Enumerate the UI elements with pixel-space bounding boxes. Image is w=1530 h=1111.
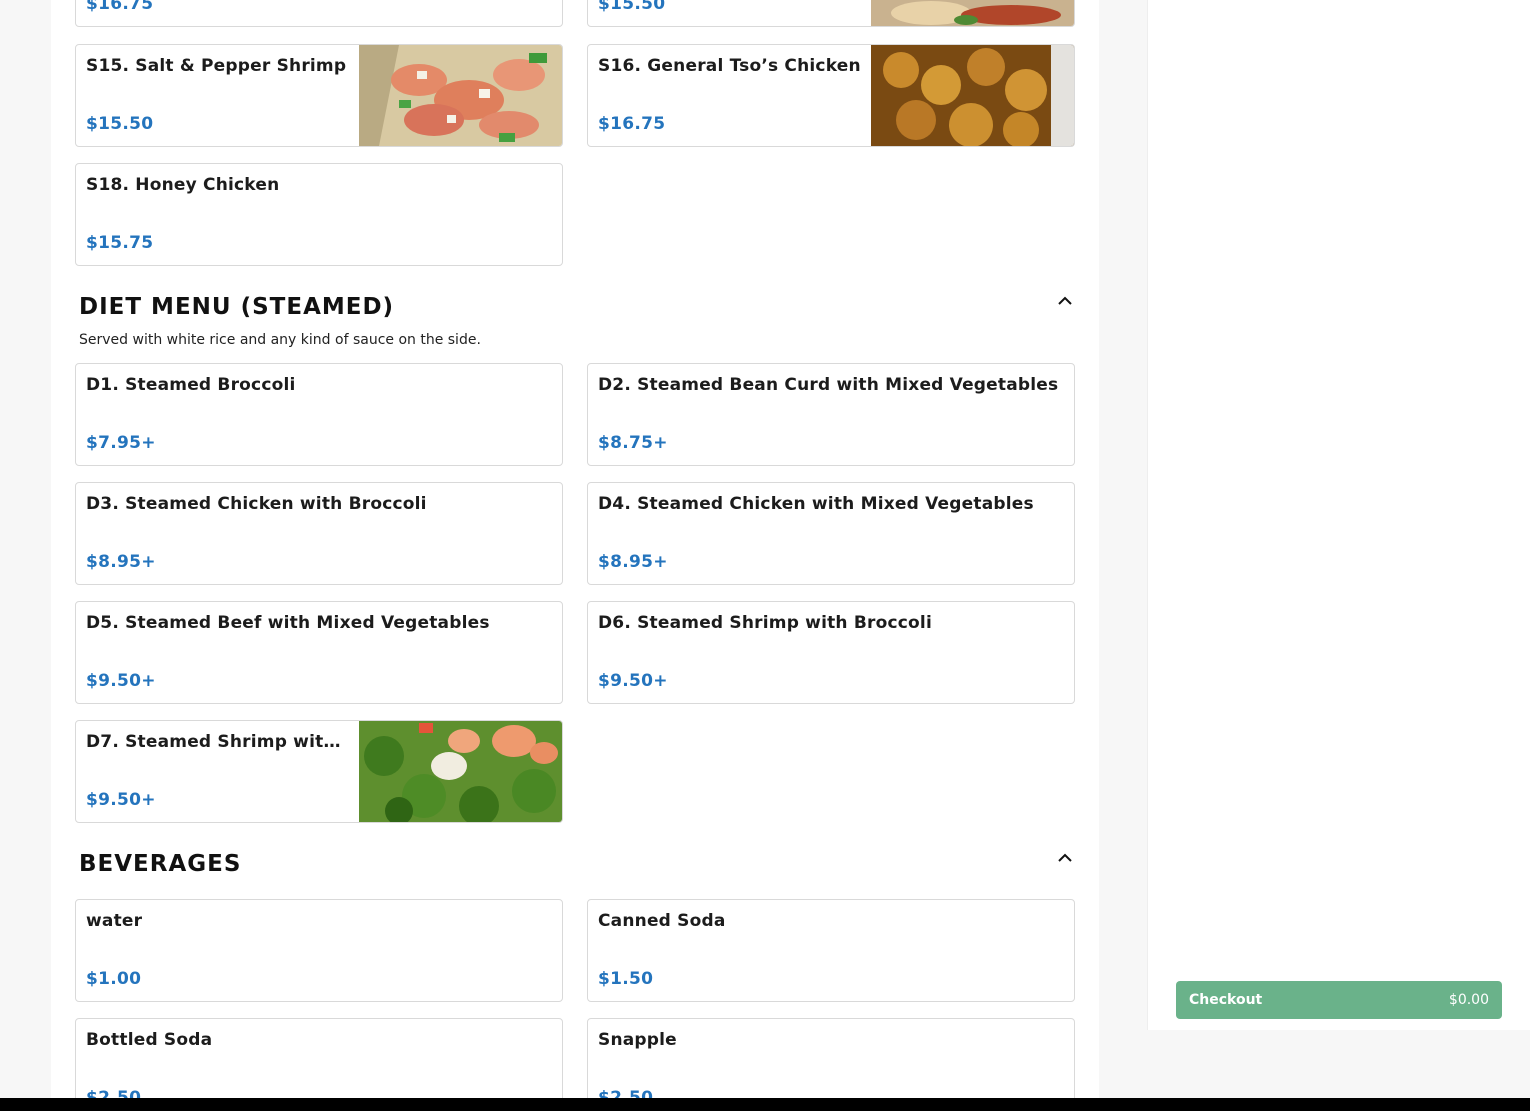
menu-item-card[interactable]: S18. Honey Chicken $15.75: [75, 163, 563, 266]
steamed-shrimp-broccoli-photo: [359, 721, 562, 822]
item-price: $15.50: [598, 0, 666, 14]
item-price: $8.75+: [598, 433, 668, 453]
menu-item-card[interactable]: D7. Steamed Shrimp with… $9.50+: [75, 720, 563, 823]
item-name: Canned Soda: [598, 911, 726, 931]
menu-item-card[interactable]: D5. Steamed Beef with Mixed Vegetables $…: [75, 601, 563, 704]
item-price: $16.75: [86, 0, 154, 14]
menu-item-card[interactable]: $15.50: [587, 0, 1075, 27]
item-price: $15.50: [86, 114, 154, 134]
item-name: D5. Steamed Beef with Mixed Vegetables: [86, 613, 490, 633]
item-name: S15. Salt & Pepper Shrimp: [86, 56, 347, 76]
chevron-up-icon[interactable]: [1056, 850, 1074, 864]
item-price: $8.95+: [598, 552, 668, 572]
item-price: $15.75: [86, 233, 154, 253]
menu-item-card[interactable]: S16. General Tso’s Chicken $16.75: [587, 44, 1075, 147]
item-price: $16.75: [598, 114, 666, 134]
item-price: $1.50: [598, 969, 654, 989]
item-name: water: [86, 911, 143, 931]
item-price: $9.50+: [86, 671, 156, 691]
cart-panel-footer: [1147, 1030, 1530, 1100]
chevron-up-icon[interactable]: [1056, 293, 1074, 307]
section-title-diet-menu: DIET MENU (STEAMED): [79, 294, 395, 320]
item-name: D6. Steamed Shrimp with Broccoli: [598, 613, 932, 633]
menu-item-card[interactable]: D4. Steamed Chicken with Mixed Vegetable…: [587, 482, 1075, 585]
item-name: Bottled Soda: [86, 1030, 213, 1050]
page-gutter-left: [0, 0, 51, 1100]
salt-pepper-shrimp-photo: [359, 45, 562, 146]
menu-item-card[interactable]: Canned Soda $1.50: [587, 899, 1075, 1002]
item-name: D1. Steamed Broccoli: [86, 375, 296, 395]
item-price: $8.95+: [86, 552, 156, 572]
item-name: S16. General Tso’s Chicken: [598, 56, 861, 76]
food-photo: [871, 0, 1074, 26]
item-name: D7. Steamed Shrimp with…: [86, 732, 350, 752]
item-price: $7.95+: [86, 433, 156, 453]
item-name: D3. Steamed Chicken with Broccoli: [86, 494, 427, 514]
item-name: Snapple: [598, 1030, 677, 1050]
checkout-label: Checkout: [1189, 992, 1263, 1008]
cart-total: $0.00: [1448, 992, 1489, 1008]
menu-item-card[interactable]: water $1.00: [75, 899, 563, 1002]
menu-item-card[interactable]: $16.75: [75, 0, 563, 27]
item-price: $1.00: [86, 969, 142, 989]
menu-item-card[interactable]: S15. Salt & Pepper Shrimp $15.50: [75, 44, 563, 147]
general-tso-chicken-photo: [871, 45, 1074, 146]
bottom-bar: [0, 1098, 1530, 1111]
section-title-beverages: BEVERAGES: [79, 851, 242, 877]
item-name: D2. Steamed Bean Curd with Mixed Vegetab…: [598, 375, 1059, 395]
section-description: Served with white rice and any kind of s…: [79, 332, 481, 348]
cart-panel: [1147, 0, 1530, 1030]
menu-item-card[interactable]: D6. Steamed Shrimp with Broccoli $9.50+: [587, 601, 1075, 704]
menu-item-card[interactable]: D1. Steamed Broccoli $7.95+: [75, 363, 563, 466]
menu-item-card[interactable]: D3. Steamed Chicken with Broccoli $8.95+: [75, 482, 563, 585]
menu-item-card[interactable]: D2. Steamed Bean Curd with Mixed Vegetab…: [587, 363, 1075, 466]
item-price: $9.50+: [86, 790, 156, 810]
checkout-button[interactable]: Checkout $0.00: [1176, 981, 1502, 1019]
item-name: S18. Honey Chicken: [86, 175, 280, 195]
item-name: D4. Steamed Chicken with Mixed Vegetable…: [598, 494, 1034, 514]
item-price: $9.50+: [598, 671, 668, 691]
page-gutter-middle: [1099, 0, 1147, 1100]
